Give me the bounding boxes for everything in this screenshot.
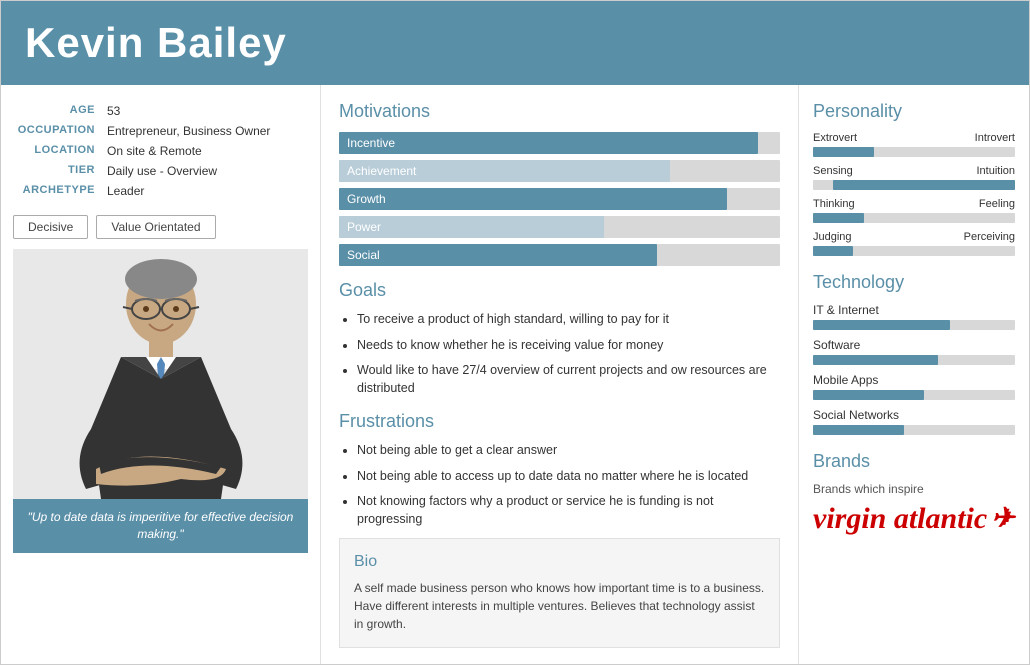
age-value: 53 [103, 101, 308, 121]
bio-info: AGE 53 OCCUPATION Entrepreneur, Business… [13, 101, 308, 201]
brands-subtitle: Brands which inspire [813, 482, 1015, 496]
trait-bar-fill [813, 147, 874, 157]
personality-row: Thinking Feeling [813, 198, 1015, 223]
trait-left-label: Thinking [813, 198, 855, 210]
goal-item: Needs to know whether he is receiving va… [357, 337, 780, 355]
tech-item: Social Networks [813, 408, 1015, 435]
header: Kevin Bailey [1, 1, 1029, 85]
trait-right-label: Introvert [975, 132, 1015, 144]
virgin-wing-icon: ✈ [991, 505, 1014, 533]
tech-bar [813, 425, 1015, 435]
trait-left-label: Judging [813, 231, 852, 243]
tech-bar-fill [813, 355, 938, 365]
motivations-title: Motivations [339, 101, 780, 122]
tech-label: Software [813, 338, 1015, 352]
page-container: Kevin Bailey AGE 53 OCCUPATION Entrepren… [0, 0, 1030, 665]
tech-label: IT & Internet [813, 303, 1015, 317]
brands-section: Brands which inspire virgin atlantic ✈ [813, 482, 1015, 534]
virgin-atlantic-logo: virgin atlantic ✈ [813, 504, 1015, 534]
motivation-item: Power [339, 216, 780, 238]
occupation-value: Entrepreneur, Business Owner [103, 121, 308, 141]
location-value: On site & Remote [103, 141, 308, 161]
frustration-item: Not being able to get a clear answer [357, 442, 780, 460]
right-panel: Personality Extrovert Introvert Sensing … [799, 85, 1029, 664]
tech-item: Mobile Apps [813, 373, 1015, 400]
personality-row: Extrovert Introvert [813, 132, 1015, 157]
occupation-label: OCCUPATION [13, 121, 103, 141]
trait-right-label: Intuition [976, 165, 1015, 177]
tech-section: IT & Internet Software Mobile Apps Socia… [813, 303, 1015, 435]
goals-list: To receive a product of high standard, w… [339, 311, 780, 397]
archetype-label: ARCHETYPE [13, 181, 103, 201]
bio-box: Bio A self made business person who know… [339, 538, 780, 648]
tier-label: TIER [13, 161, 103, 181]
frustration-item: Not knowing factors why a product or ser… [357, 493, 780, 528]
trait-bar [813, 147, 1015, 157]
age-label: AGE [13, 101, 103, 121]
motivation-item: Social [339, 244, 780, 266]
bio-text: A self made business person who knows ho… [354, 579, 765, 633]
person-avatar [61, 249, 261, 499]
trait-right-label: Feeling [979, 198, 1015, 210]
tech-item: IT & Internet [813, 303, 1015, 330]
motivation-item: Achievement [339, 160, 780, 182]
trait-bar-fill [813, 246, 853, 256]
motivation-item: Growth [339, 188, 780, 210]
personality-section: Extrovert Introvert Sensing Intuition Th… [813, 132, 1015, 256]
trait-bar-fill [833, 180, 1015, 190]
decisive-tag[interactable]: Decisive [13, 215, 88, 239]
tech-bar-fill [813, 320, 950, 330]
location-label: LOCATION [13, 141, 103, 161]
trait-left-label: Sensing [813, 165, 853, 177]
trait-bar [813, 180, 1015, 190]
tech-bar [813, 390, 1015, 400]
tech-item: Software [813, 338, 1015, 365]
tech-label: Social Networks [813, 408, 1015, 422]
goal-item: To receive a product of high standard, w… [357, 311, 780, 329]
quote-text: "Up to date data is imperitive for effec… [28, 510, 294, 541]
profile-name: Kevin Bailey [25, 19, 1005, 67]
main-content: AGE 53 OCCUPATION Entrepreneur, Business… [1, 85, 1029, 664]
value-orientated-tag[interactable]: Value Orientated [96, 215, 215, 239]
tech-label: Mobile Apps [813, 373, 1015, 387]
goal-item: Would like to have 27/4 overview of curr… [357, 362, 780, 397]
left-panel: AGE 53 OCCUPATION Entrepreneur, Business… [1, 85, 321, 664]
frustration-item: Not being able to access up to date data… [357, 468, 780, 486]
motivation-bars: Incentive Achievement Growth Power Socia… [339, 132, 780, 266]
trait-left-label: Extrovert [813, 132, 857, 144]
frustrations-title: Frustrations [339, 411, 780, 432]
brands-title: Brands [813, 451, 1015, 472]
tech-bar-fill [813, 425, 904, 435]
trait-right-label: Perceiving [964, 231, 1015, 243]
goals-title: Goals [339, 280, 780, 301]
tech-bar [813, 355, 1015, 365]
tech-bar [813, 320, 1015, 330]
archetype-value: Leader [103, 181, 308, 201]
virgin-text: virgin atlantic [813, 504, 987, 534]
quote-box: "Up to date data is imperitive for effec… [13, 499, 308, 553]
personality-row: Sensing Intuition [813, 165, 1015, 190]
frustrations-list: Not being able to get a clear answer Not … [339, 442, 780, 528]
trait-bar-fill [813, 213, 864, 223]
motivation-item: Incentive [339, 132, 780, 154]
trait-bar [813, 213, 1015, 223]
personality-title: Personality [813, 101, 1015, 122]
trait-bar [813, 246, 1015, 256]
tags-container: Decisive Value Orientated [13, 215, 308, 239]
bio-title: Bio [354, 553, 765, 571]
tier-value: Daily use - Overview [103, 161, 308, 181]
avatar-container [13, 249, 308, 499]
mid-panel: Motivations Incentive Achievement Growth… [321, 85, 799, 664]
technology-title: Technology [813, 272, 1015, 293]
tech-bar-fill [813, 390, 924, 400]
personality-row: Judging Perceiving [813, 231, 1015, 256]
